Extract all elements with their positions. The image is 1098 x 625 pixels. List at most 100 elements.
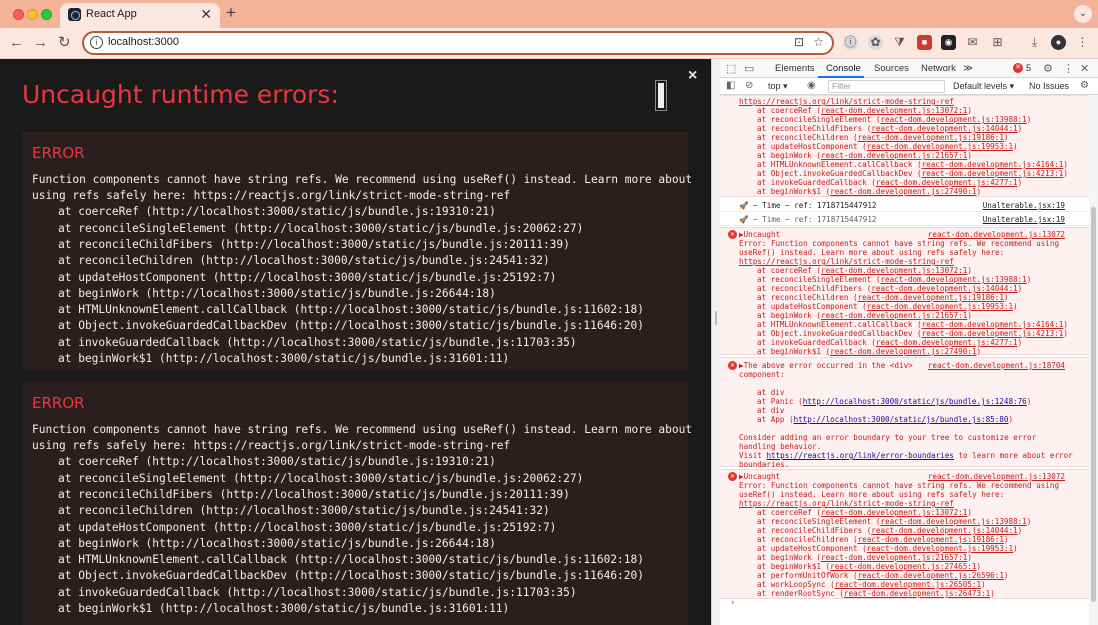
source-link[interactable]: react-dom.development.js:26505:1 — [835, 580, 981, 589]
settings-gear-icon[interactable]: ⚙ — [1043, 62, 1053, 75]
url-text[interactable]: localhost:3000 — [108, 36, 179, 48]
source-link[interactable]: react-dom.development.js:13988:1 — [880, 275, 1026, 284]
source-link[interactable]: react-dom.development.js:26473:1 — [844, 589, 990, 598]
overlay-scrollbar[interactable] — [655, 80, 667, 111]
site-info-icon[interactable]: i — [90, 36, 103, 49]
source-link[interactable]: react-dom.development.js:19186:1 — [858, 293, 1004, 302]
source-link[interactable]: react-dom.development.js:14044:1 — [871, 526, 1017, 535]
source-location-link[interactable]: react-dom.development.js:13072 — [928, 230, 1065, 239]
devtools-resize-handle[interactable] — [712, 59, 720, 625]
source-link[interactable]: react-dom.development.js:4213:1 — [922, 169, 1064, 178]
source-link[interactable]: https://reactjs.org/link/error-boundarie… — [766, 451, 953, 460]
browser-tab[interactable]: React App ✕ — [60, 3, 220, 28]
error-count-icon[interactable]: ✕ — [1013, 63, 1023, 73]
error-overlay: Uncaught runtime errors: × ERROR Functio… — [0, 59, 711, 625]
source-link[interactable]: react-dom.development.js:13072:1 — [821, 106, 967, 115]
extension-5-icon[interactable]: ◉ — [941, 35, 956, 50]
tab-close-icon[interactable]: ✕ — [200, 6, 212, 22]
live-expression-eye-icon[interactable]: ◉ — [807, 80, 816, 91]
download-icon[interactable]: ⤓ — [1027, 35, 1042, 50]
source-link[interactable]: react-dom.development.js:4277:1 — [876, 178, 1018, 187]
back-button[interactable]: ← — [9, 34, 24, 52]
extension-3-icon[interactable]: ⧩ — [892, 35, 907, 50]
source-link[interactable]: http://localhost:3000/static/js/bundle.j… — [803, 397, 1027, 406]
console-settings-gear-icon[interactable]: ⚙ — [1080, 80, 1089, 91]
forward-button[interactable]: → — [33, 34, 48, 52]
bookmark-star-icon[interactable]: ☆ — [813, 35, 824, 49]
source-link[interactable]: react-dom.development.js:19186:1 — [858, 535, 1004, 544]
extension-1-icon[interactable]: ⓘ — [843, 35, 858, 50]
devtools-close-icon[interactable]: ✕ — [1080, 62, 1089, 75]
stack-frame: at reconcileChildren (react-dom.developm… — [757, 133, 1008, 142]
console-line: useRef() instead. Learn more about using… — [739, 248, 1004, 257]
source-link[interactable]: react-dom.development.js:19953:1 — [867, 544, 1013, 553]
source-link[interactable]: http://localhost:3000/static/js/bundle.j… — [794, 415, 1009, 424]
extensions-puzzle-icon[interactable]: ⊞ — [990, 35, 1005, 50]
log-source-link[interactable]: Unalterable.jsx:19 — [983, 201, 1065, 210]
source-link[interactable]: react-dom.development.js:27490:1 — [830, 347, 976, 356]
address-bar[interactable]: i localhost:3000 ⊡ ☆ — [82, 31, 834, 55]
source-link[interactable]: react-dom.development.js:4164:1 — [922, 320, 1064, 329]
window-maximize-button[interactable] — [41, 9, 52, 20]
profile-avatar-icon[interactable]: ● — [1051, 35, 1066, 50]
console-text: ) — [967, 266, 972, 275]
tab-search-button[interactable]: ⌄ — [1074, 5, 1092, 23]
source-link[interactable]: react-dom.development.js:14044:1 — [871, 284, 1017, 293]
mail-extension-icon[interactable]: ✉ — [965, 35, 980, 50]
source-link[interactable]: react-dom.development.js:14044:1 — [871, 124, 1017, 133]
source-link[interactable]: react-dom.development.js:19953:1 — [867, 302, 1013, 311]
reload-button[interactable]: ↻ — [58, 34, 71, 52]
source-link[interactable]: react-dom.development.js:4277:1 — [876, 338, 1018, 347]
issues-counter[interactable]: No Issues — [1029, 81, 1069, 91]
source-link[interactable]: https://reactjs.org/link/strict-mode-str… — [739, 97, 954, 106]
window-minimize-button[interactable] — [27, 9, 38, 20]
devtools-menu-icon[interactable]: ⋮ — [1063, 62, 1074, 75]
tab-elements[interactable]: Elements — [775, 63, 815, 74]
sidebar-toggle-icon[interactable]: ◧ — [726, 80, 735, 91]
source-link[interactable]: https://reactjs.org/link/strict-mode-str… — [739, 257, 954, 266]
source-link[interactable]: https://reactjs.org/link/strict-mode-str… — [739, 499, 954, 508]
console-prompt-input[interactable]: › — [730, 598, 735, 608]
source-link[interactable]: react-dom.development.js:13072:1 — [821, 266, 967, 275]
new-tab-button[interactable]: + — [226, 3, 236, 23]
context-selector[interactable]: top ▾ — [768, 81, 788, 92]
source-link[interactable]: react-dom.development.js:27465:1 — [830, 562, 976, 571]
tab-sources[interactable]: Sources — [874, 63, 909, 74]
source-link[interactable]: react-dom.development.js:13988:1 — [880, 517, 1026, 526]
console-text: at invokeGuardedCallback ( — [757, 338, 876, 347]
source-location-link[interactable]: react-dom.development.js:18704 — [928, 361, 1065, 370]
extension-4-icon[interactable]: ■ — [917, 35, 932, 50]
device-toolbar-icon[interactable]: ▭ — [744, 62, 754, 75]
source-link[interactable]: react-dom.development.js:19186:1 — [858, 133, 1004, 142]
overlay-close-button[interactable]: × — [688, 67, 697, 85]
source-link[interactable]: react-dom.development.js:21657:1 — [821, 311, 967, 320]
stack-frame: at beginWork (react-dom.development.js:2… — [757, 151, 972, 160]
source-link[interactable]: react-dom.development.js:13988:1 — [880, 115, 1026, 124]
source-link[interactable]: react-dom.development.js:4213:1 — [922, 329, 1064, 338]
tab-console[interactable]: Console — [826, 63, 861, 74]
source-link[interactable]: react-dom.development.js:4164:1 — [922, 160, 1064, 169]
source-link[interactable]: react-dom.development.js:26596:1 — [858, 571, 1004, 580]
extension-2-icon[interactable]: ✿ — [868, 35, 883, 50]
console-scrollbar[interactable] — [1089, 95, 1098, 625]
error-count[interactable]: 5 — [1026, 63, 1031, 73]
stack-frame: at Object.invokeGuardedCallbackDev (http… — [58, 569, 644, 583]
console-text: ) — [1063, 329, 1068, 338]
console-filter-input[interactable]: Filter — [828, 80, 945, 93]
source-location-link[interactable]: react-dom.development.js:13072 — [928, 472, 1065, 481]
log-source-link[interactable]: Unalterable.jsx:19 — [983, 215, 1065, 224]
source-link[interactable]: react-dom.development.js:19953:1 — [867, 142, 1013, 151]
source-link[interactable]: react-dom.development.js:21657:1 — [821, 151, 967, 160]
window-close-button[interactable] — [13, 9, 24, 20]
clear-console-icon[interactable]: ⊘ — [745, 80, 753, 91]
log-levels-dropdown[interactable]: Default levels ▾ — [953, 81, 1014, 92]
install-app-icon[interactable]: ⊡ — [794, 35, 804, 49]
source-link[interactable]: react-dom.development.js:27490:1 — [830, 187, 976, 196]
tab-network[interactable]: Network — [921, 63, 956, 74]
source-link[interactable]: react-dom.development.js:13072:1 — [821, 508, 967, 517]
browser-menu-icon[interactable]: ⋮ — [1075, 35, 1090, 50]
more-tabs-icon[interactable]: ≫ — [963, 63, 973, 74]
console-error-message: ✕ ▶Uncaught react-dom.development.js:13072… — [720, 227, 1089, 356]
source-link[interactable]: react-dom.development.js:21657:1 — [821, 553, 967, 562]
inspect-element-icon[interactable]: ⬚ — [726, 62, 736, 75]
